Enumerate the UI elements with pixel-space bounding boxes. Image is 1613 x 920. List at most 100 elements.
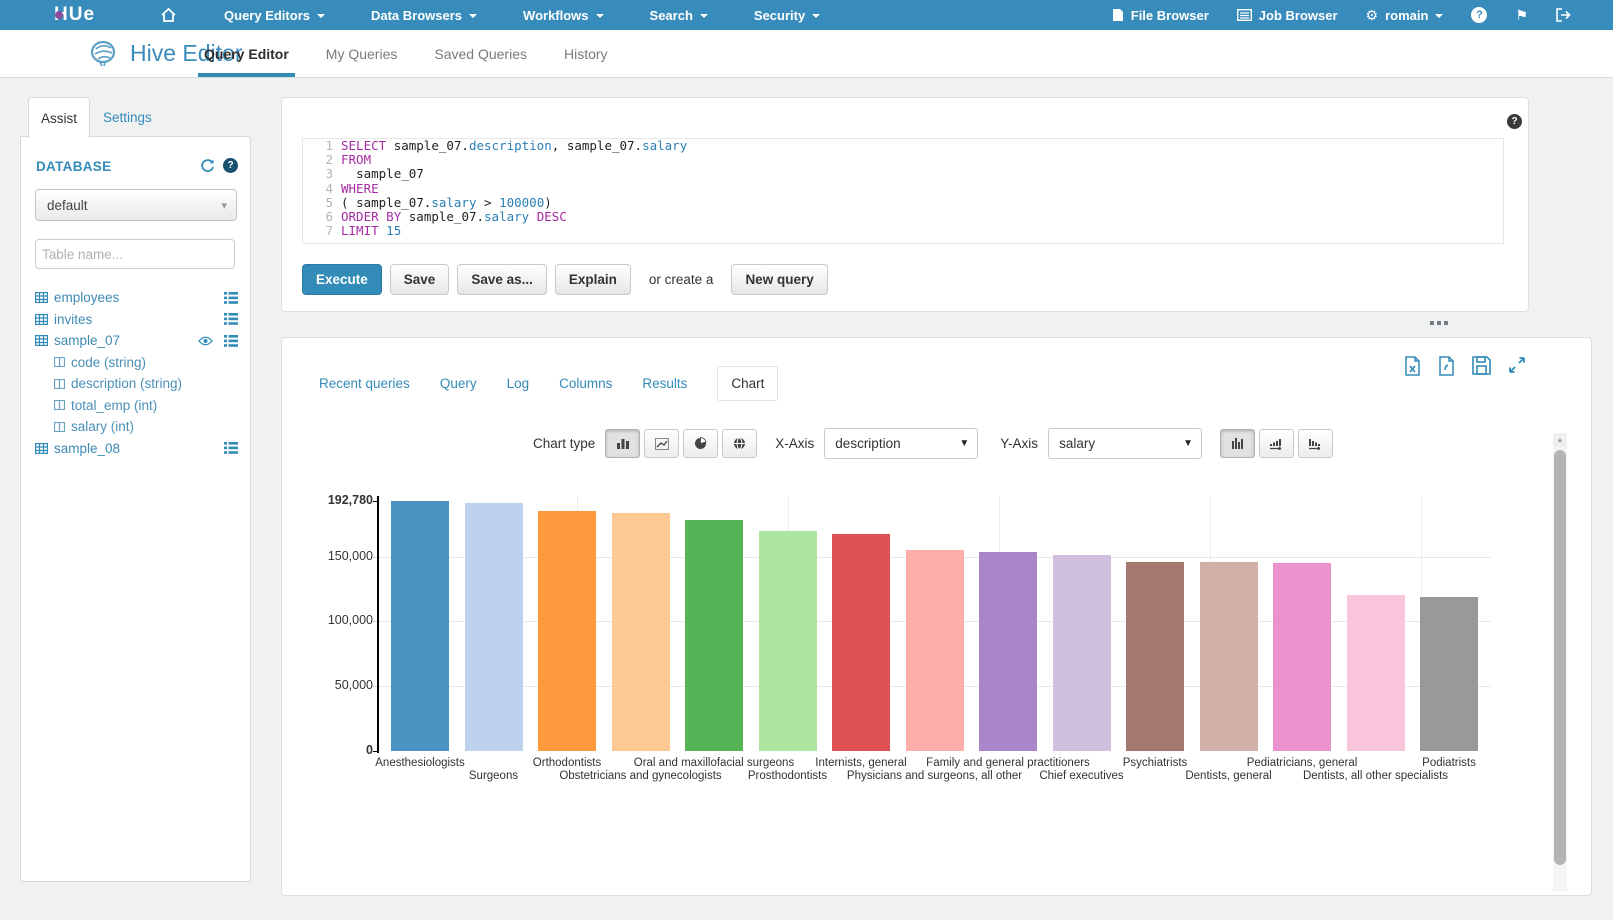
bar[interactable] bbox=[538, 511, 596, 751]
table-row[interactable]: employees bbox=[35, 287, 242, 309]
line-number: 4 bbox=[303, 182, 341, 196]
x-axis-category-label: Dentists, all other specialists bbox=[1266, 770, 1486, 782]
column-icon bbox=[54, 379, 65, 389]
table-menu-icon[interactable] bbox=[224, 313, 238, 325]
code-text: ORDER BY sample_07.salary DESC bbox=[341, 210, 567, 224]
scrollbar-up-arrow[interactable] bbox=[1553, 433, 1567, 447]
save-button[interactable]: Save bbox=[390, 264, 450, 295]
code-line: 5( sample_07.salary > 100000) bbox=[303, 196, 1503, 210]
job-browser-label: Job Browser bbox=[1259, 8, 1338, 23]
file-browser-link[interactable]: File Browser bbox=[1112, 8, 1209, 23]
table-row[interactable]: invites bbox=[35, 309, 242, 331]
hue-logo[interactable]: HUe bbox=[54, 4, 95, 26]
or-create-a-text: or create a bbox=[649, 272, 714, 287]
table-row[interactable]: sample_07 bbox=[35, 330, 242, 352]
explain-button[interactable]: Explain bbox=[555, 264, 631, 295]
line-number: 7 bbox=[303, 224, 341, 238]
table-icon bbox=[35, 314, 48, 325]
chevron-down-icon bbox=[317, 14, 325, 18]
bar[interactable] bbox=[612, 513, 670, 751]
column-row[interactable]: description (string) bbox=[35, 373, 242, 395]
code-text: SELECT sample_07.description, sample_07.… bbox=[341, 139, 687, 153]
bar[interactable] bbox=[759, 531, 817, 751]
database-select-value: default bbox=[47, 198, 88, 213]
execute-button[interactable]: Execute bbox=[302, 264, 382, 295]
tab-settings[interactable]: Settings bbox=[103, 97, 152, 137]
chevron-down-icon bbox=[221, 199, 227, 212]
column-icon bbox=[54, 357, 65, 367]
chevron-down-icon bbox=[596, 14, 604, 18]
flag-icon[interactable] bbox=[1515, 7, 1528, 24]
file-icon bbox=[1112, 8, 1124, 22]
job-browser-link[interactable]: Job Browser bbox=[1237, 8, 1338, 23]
column-name: description (string) bbox=[71, 376, 182, 391]
tab-history[interactable]: History bbox=[562, 30, 610, 77]
panel-resize-handle[interactable] bbox=[1430, 321, 1448, 325]
column-row[interactable]: salary (int) bbox=[35, 416, 242, 438]
bar[interactable] bbox=[465, 503, 523, 751]
bar[interactable] bbox=[391, 501, 449, 751]
menu-workflows[interactable]: Workflows bbox=[523, 8, 604, 23]
table-name: employees bbox=[54, 290, 119, 305]
scrollbar-thumb[interactable] bbox=[1554, 450, 1566, 865]
database-select[interactable]: default bbox=[35, 189, 237, 221]
table-name: invites bbox=[54, 312, 92, 327]
database-help-icon[interactable] bbox=[223, 158, 238, 173]
sign-out-icon[interactable] bbox=[1556, 8, 1571, 22]
save-as-button[interactable]: Save as... bbox=[457, 264, 547, 295]
y-axis-tick-label: 50,000 bbox=[282, 678, 373, 692]
column-row[interactable]: code (string) bbox=[35, 352, 242, 374]
table-menu-icon[interactable] bbox=[224, 442, 238, 454]
tab-saved-queries[interactable]: Saved Queries bbox=[432, 30, 529, 77]
menu-query-editors[interactable]: Query Editors bbox=[224, 8, 325, 23]
bar[interactable] bbox=[832, 534, 890, 751]
menu-label: Security bbox=[754, 8, 805, 23]
bar[interactable] bbox=[685, 520, 743, 751]
table-filter-input[interactable] bbox=[35, 239, 235, 269]
bar[interactable] bbox=[979, 552, 1037, 751]
bar[interactable] bbox=[1053, 555, 1111, 751]
bar[interactable] bbox=[906, 550, 964, 751]
table-menu-icon[interactable] bbox=[224, 292, 238, 304]
help-icon[interactable] bbox=[1471, 7, 1487, 23]
editor-help-icon[interactable] bbox=[1507, 114, 1522, 129]
bar[interactable] bbox=[1347, 595, 1405, 751]
tab-assist[interactable]: Assist bbox=[28, 97, 90, 138]
tab-query-editor[interactable]: Query Editor bbox=[202, 30, 291, 77]
bar[interactable] bbox=[1200, 562, 1258, 751]
code-text: WHERE bbox=[341, 182, 379, 196]
column-name: code (string) bbox=[71, 355, 146, 370]
home-icon[interactable] bbox=[161, 8, 176, 22]
column-icon bbox=[54, 400, 65, 410]
tab-my-queries[interactable]: My Queries bbox=[324, 30, 400, 77]
table-icon bbox=[35, 443, 48, 454]
code-text: sample_07 bbox=[341, 167, 424, 181]
column-name: total_emp (int) bbox=[71, 398, 157, 413]
menu-label: Data Browsers bbox=[371, 8, 462, 23]
code-line: 7LIMIT 15 bbox=[303, 224, 1503, 238]
results-panel: Recent queries Query Log Columns Results… bbox=[281, 337, 1592, 896]
table-row[interactable]: sample_08 bbox=[35, 438, 242, 460]
user-menu[interactable]: romain bbox=[1366, 7, 1444, 24]
menu-data-browsers[interactable]: Data Browsers bbox=[371, 8, 477, 23]
code-line: 3 sample_07 bbox=[303, 167, 1503, 181]
query-editor-panel: 1SELECT sample_07.description, sample_07… bbox=[281, 97, 1529, 312]
new-query-button[interactable]: New query bbox=[731, 264, 827, 295]
results-scrollbar[interactable] bbox=[1553, 433, 1567, 891]
code-line: 6ORDER BY sample_07.salary DESC bbox=[303, 210, 1503, 224]
menu-security[interactable]: Security bbox=[754, 8, 820, 23]
bar[interactable] bbox=[1273, 563, 1331, 751]
table-menu-icon[interactable] bbox=[224, 335, 238, 347]
bar[interactable] bbox=[1126, 562, 1184, 752]
menu-search[interactable]: Search bbox=[650, 8, 708, 23]
editor-tabs: Query Editor My Queries Saved Queries Hi… bbox=[202, 30, 610, 77]
refresh-icon[interactable] bbox=[200, 158, 215, 173]
column-row[interactable]: total_emp (int) bbox=[35, 395, 242, 417]
table-list: employees invites sample_07code (string) de… bbox=[35, 287, 242, 459]
preview-eye-icon[interactable] bbox=[198, 336, 213, 346]
chevron-down-icon bbox=[700, 14, 708, 18]
hive-logo-icon bbox=[88, 39, 118, 67]
username-label: romain bbox=[1385, 8, 1428, 23]
bar[interactable] bbox=[1420, 597, 1478, 751]
sql-code-editor[interactable]: 1SELECT sample_07.description, sample_07… bbox=[302, 138, 1504, 244]
